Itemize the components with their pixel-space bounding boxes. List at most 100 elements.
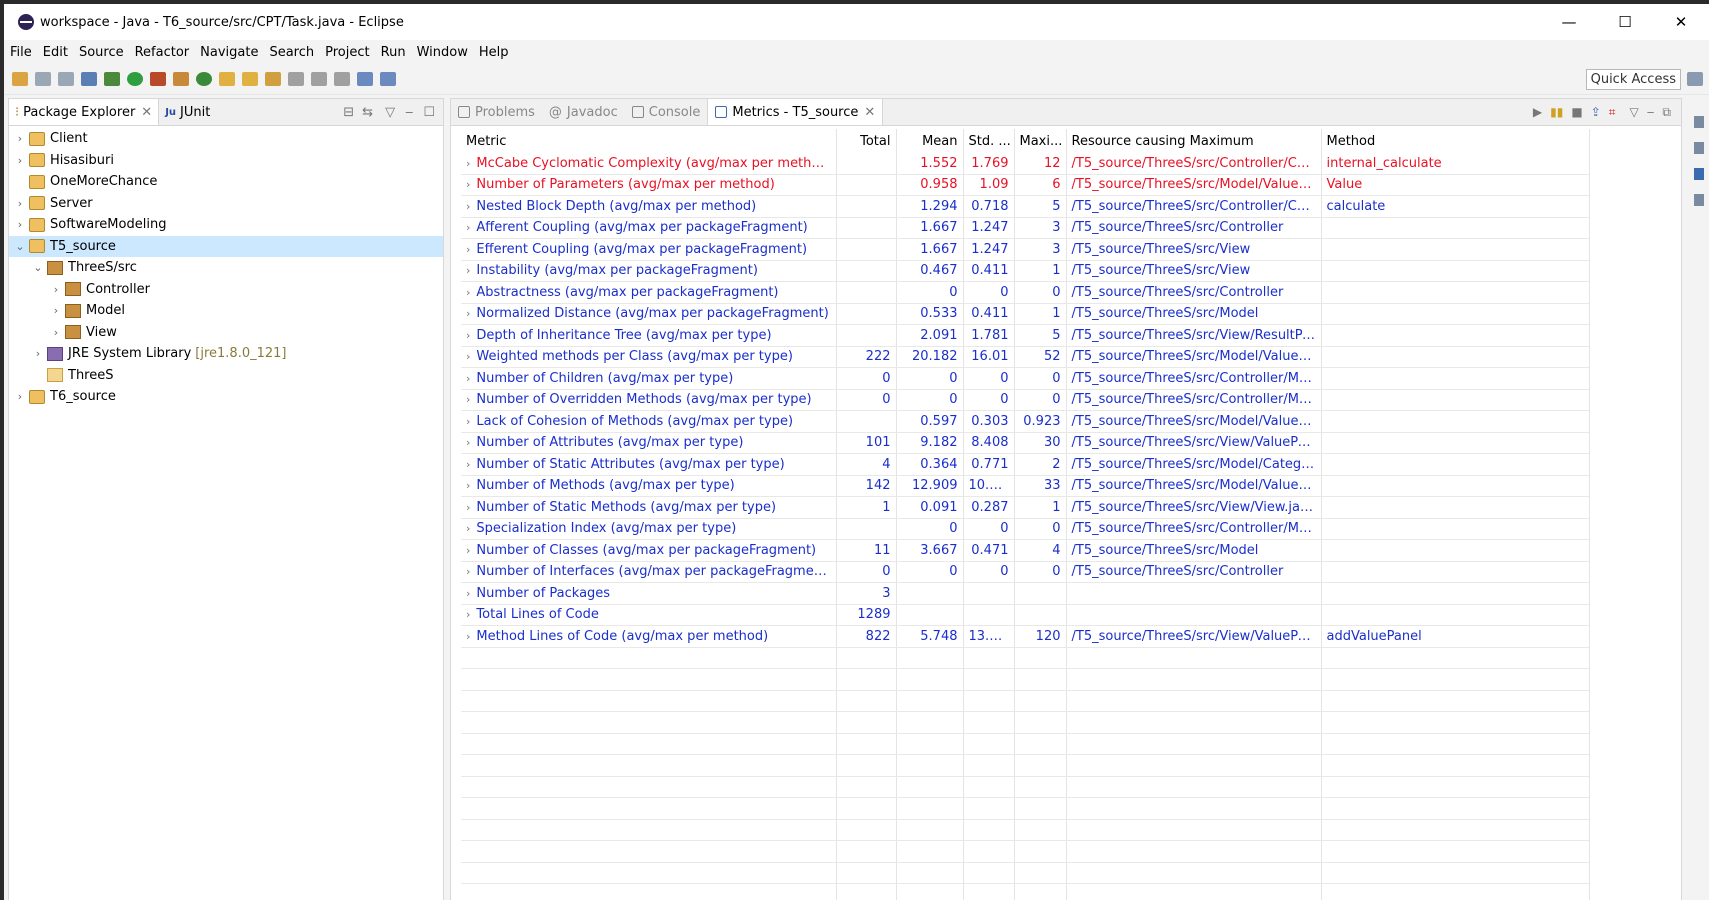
chevron-down-icon[interactable]: ⌄ — [13, 236, 27, 258]
collapse-all-icon[interactable]: ⊟ — [343, 105, 354, 120]
tree-item[interactable]: › JRE System Library [jre1.8.0_121] — [9, 343, 443, 365]
tree-item[interactable]: ⌄ T5_source — [9, 235, 443, 258]
run-icon[interactable] — [127, 72, 143, 86]
stop-icon[interactable]: ■ — [1571, 105, 1582, 120]
chevron-right-icon[interactable]: › — [49, 322, 63, 344]
close-icon[interactable]: ✕ — [141, 105, 152, 120]
table-row[interactable]: › Total Lines of Code 1289 — [461, 604, 1590, 626]
table-row[interactable]: › Number of Packages 3 — [461, 582, 1590, 605]
chevron-right-icon[interactable]: › — [466, 178, 470, 191]
col-header-max[interactable]: Maxi... — [1014, 129, 1067, 153]
table-row[interactable]: › Number of Classes (avg/max per packageF… — [461, 539, 1590, 562]
tab-junit[interactable]: Ju JUnit — [159, 99, 216, 125]
annotation-icon[interactable] — [288, 72, 304, 86]
chevron-right-icon[interactable]: › — [466, 415, 470, 428]
tab-metrics[interactable]: Metrics - T5_source ✕ — [707, 99, 884, 125]
table-row[interactable]: › Afferent Coupling (avg/max per packageF… — [461, 217, 1590, 239]
chevron-right-icon[interactable]: › — [466, 544, 470, 557]
chevron-right-icon[interactable]: › — [13, 150, 27, 172]
table-row[interactable]: › Number of Overridden Methods (avg/max p… — [461, 389, 1590, 411]
chevron-right-icon[interactable]: › — [466, 286, 470, 299]
menu-help[interactable]: Help — [479, 45, 509, 60]
table-row[interactable]: › Number of Attributes (avg/max per type)… — [461, 432, 1590, 454]
tree-item[interactable]: › Model — [9, 300, 443, 322]
table-row[interactable]: › Depth of Inheritance Tree (avg/max per … — [461, 324, 1590, 347]
link-editor-icon[interactable]: ⇆ — [362, 105, 373, 120]
tab-problems[interactable]: Problems — [451, 99, 542, 125]
chevron-right-icon[interactable]: › — [466, 630, 470, 643]
table-row[interactable]: › Abstractness (avg/max per packageFragme… — [461, 281, 1590, 304]
maximize-button[interactable]: ☐ — [1597, 13, 1653, 31]
table-row[interactable]: › Number of Static Methods (avg/max per t… — [461, 496, 1590, 519]
menu-window[interactable]: Window — [417, 45, 468, 60]
quick-access-input[interactable]: Quick Access — [1585, 68, 1681, 90]
table-row[interactable]: › Weighted methods per Class (avg/max per… — [461, 346, 1590, 368]
chevron-right-icon[interactable]: › — [466, 264, 470, 277]
col-header-method[interactable]: Method — [1321, 129, 1590, 153]
tab-javadoc[interactable]: @ Javadoc — [542, 99, 625, 125]
table-row[interactable]: › Number of Static Attributes (avg/max pe… — [461, 453, 1590, 476]
table-row[interactable]: › Normalized Distance (avg/max per packag… — [461, 303, 1590, 325]
table-row[interactable]: › Nested Block Depth (avg/max per method)… — [461, 195, 1590, 218]
open-task-icon[interactable] — [242, 72, 258, 86]
menu-run[interactable]: Run — [381, 45, 406, 60]
tree-item[interactable]: › T6_source — [9, 386, 443, 408]
hierarchy-icon[interactable] — [1693, 168, 1704, 180]
task-list-icon[interactable] — [1693, 142, 1704, 154]
menu-search[interactable]: Search — [269, 45, 314, 60]
table-row[interactable]: › Number of Children (avg/max per type) 0 0… — [461, 367, 1590, 390]
minimize-button[interactable]: — — [1541, 13, 1597, 31]
tree-item[interactable]: OneMoreChance — [9, 171, 443, 193]
menu-refactor[interactable]: Refactor — [135, 45, 190, 60]
chevron-right-icon[interactable]: › — [13, 128, 27, 150]
restore-view-icon[interactable]: ⧉ — [1662, 105, 1671, 120]
back-icon[interactable] — [357, 72, 373, 86]
search-icon[interactable] — [265, 72, 281, 86]
pause-icon[interactable]: ▮▮ — [1550, 105, 1563, 120]
chevron-right-icon[interactable]: › — [466, 372, 470, 385]
view-menu-icon[interactable]: ▽ — [1630, 105, 1639, 120]
skip-breakpoints-icon[interactable] — [81, 72, 97, 86]
chevron-right-icon[interactable]: › — [466, 307, 470, 320]
chevron-right-icon[interactable]: › — [13, 193, 27, 215]
tree-item[interactable]: › Hisasiburi — [9, 150, 443, 172]
chevron-right-icon[interactable]: › — [466, 479, 470, 492]
outline-icon[interactable] — [1693, 116, 1704, 128]
chevron-right-icon[interactable]: › — [466, 393, 470, 406]
tree-item[interactable]: ⌄ ThreeS/src — [9, 257, 443, 279]
tab-console[interactable]: Console — [625, 99, 708, 125]
maximize-view-icon[interactable]: ☐ — [423, 105, 435, 120]
table-row[interactable]: › Number of Methods (avg/max per type) 142… — [461, 475, 1590, 497]
tree-item[interactable]: › Client — [9, 128, 443, 150]
new-java-class-icon[interactable] — [196, 72, 212, 86]
chevron-right-icon[interactable]: › — [466, 587, 470, 600]
dependency-graph-icon[interactable]: ⌗ — [1609, 105, 1616, 120]
chevron-right-icon[interactable]: › — [466, 436, 470, 449]
chevron-right-icon[interactable]: › — [466, 522, 470, 535]
menu-navigate[interactable]: Navigate — [200, 45, 258, 60]
chevron-right-icon[interactable]: › — [466, 458, 470, 471]
chevron-right-icon[interactable]: › — [466, 243, 470, 256]
table-row[interactable]: › Specialization Index (avg/max per type)… — [461, 518, 1590, 540]
tree-item[interactable]: › SoftwareModeling — [9, 214, 443, 236]
resume-icon[interactable]: ▶ — [1533, 105, 1542, 120]
chevron-right-icon[interactable]: › — [13, 386, 27, 408]
open-perspective-icon[interactable] — [1687, 72, 1703, 86]
col-header-std[interactable]: Std. ... — [963, 129, 1015, 153]
chevron-right-icon[interactable]: › — [466, 329, 470, 342]
tab-package-explorer[interactable]: ⁝ Package Explorer ✕ — [9, 99, 160, 125]
tree-item[interactable]: › Server — [9, 193, 443, 215]
chevron-right-icon[interactable]: › — [31, 343, 45, 365]
tree-item[interactable]: ThreeS — [9, 365, 443, 387]
table-row[interactable]: › McCabe Cyclomatic Complexity (avg/max p… — [461, 153, 1590, 175]
new-icon[interactable] — [12, 72, 28, 86]
save-all-icon[interactable] — [58, 72, 74, 86]
debug-icon[interactable] — [104, 72, 120, 86]
chevron-right-icon[interactable]: › — [13, 214, 27, 236]
chevron-right-icon[interactable]: › — [466, 501, 470, 514]
minimize-view-icon[interactable]: ‒ — [1647, 105, 1655, 120]
menu-source[interactable]: Source — [79, 45, 124, 60]
new-java-package-icon[interactable] — [173, 72, 189, 86]
chevron-right-icon[interactable]: › — [466, 350, 470, 363]
table-row[interactable]: › Method Lines of Code (avg/max per metho… — [461, 625, 1590, 648]
